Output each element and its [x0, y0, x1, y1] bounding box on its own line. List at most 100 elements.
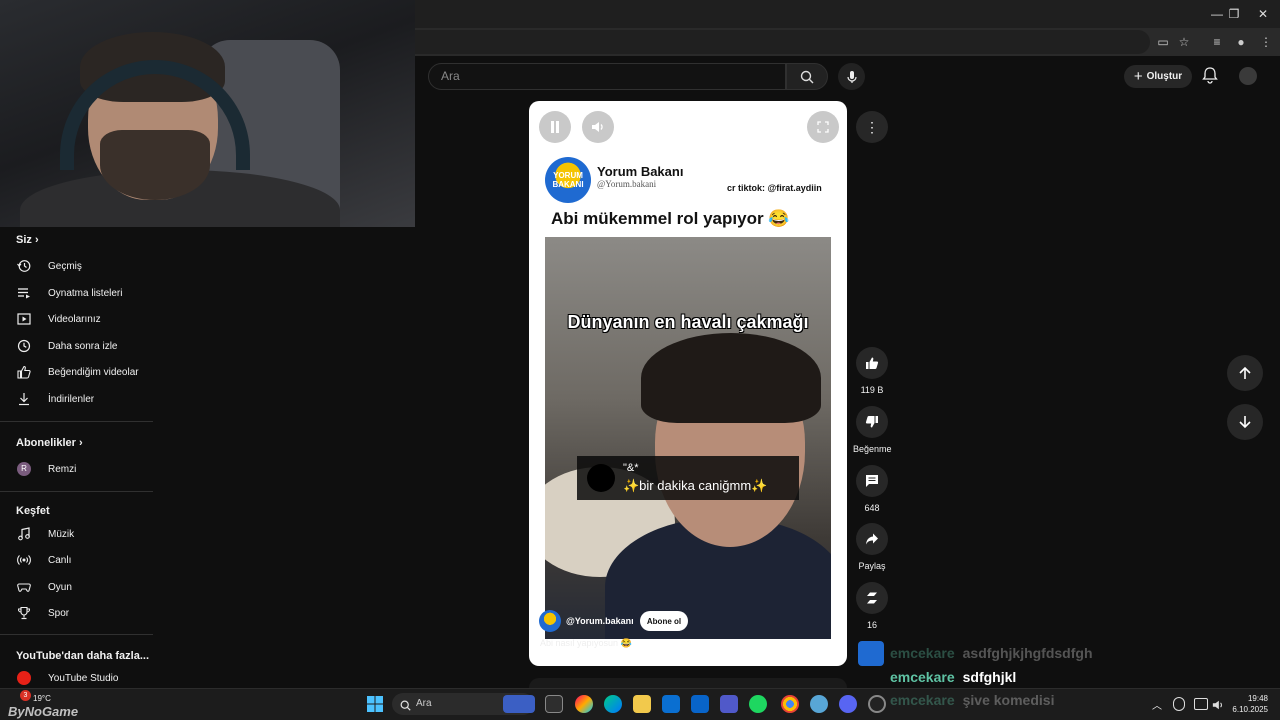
volume-button[interactable] [582, 111, 614, 143]
file-explorer-icon[interactable] [633, 695, 651, 713]
notification-badge: 3 [20, 690, 31, 701]
bell-icon [1202, 67, 1218, 84]
sidebar-item-live[interactable]: Canlı [0, 547, 153, 573]
fullscreen-button[interactable] [807, 111, 839, 143]
overlay-channel-handle[interactable]: @Yorum.bakanı [566, 616, 634, 626]
arrow-up-icon [1239, 366, 1251, 379]
sidebar-item-playlists[interactable]: Oynatma listeleri [0, 280, 153, 306]
speaker-icon[interactable] [1212, 698, 1224, 710]
channel-handle: @Yorum.bakani [597, 179, 657, 189]
video-caption: Dünyanın en havalı çakmağı [567, 312, 809, 332]
comments-action[interactable]: 648 [853, 465, 891, 513]
outlook-icon[interactable] [691, 695, 709, 713]
short-video-frame: Dünyanın en havalı çakmağı [545, 237, 831, 639]
message-text: ✨bir dakika caniğmm✨ [623, 478, 768, 493]
voice-search-button[interactable] [838, 63, 865, 90]
plus-icon: + [1133, 68, 1143, 85]
tray-overflow-icon[interactable]: ︿ [1152, 697, 1162, 712]
account-avatar[interactable] [1239, 67, 1257, 85]
dislike-action[interactable]: Beğenme [853, 406, 892, 454]
chat-text: sdfghjkl [962, 669, 1017, 685]
sidebar-item-gaming[interactable]: Oyun [0, 574, 153, 600]
clock-date[interactable]: 6.10.2025 [1224, 705, 1268, 714]
share-action[interactable]: Paylaş [853, 523, 891, 571]
discord-icon[interactable] [839, 695, 857, 713]
sidebar-item-watch-later[interactable]: Daha sonra izle [0, 333, 153, 359]
fullscreen-icon [817, 121, 829, 133]
pause-button[interactable] [539, 111, 571, 143]
windows-logo-icon [367, 696, 383, 712]
search-icon [800, 70, 814, 83]
settings-app-icon[interactable] [810, 695, 828, 713]
like-action[interactable]: 119 B [853, 347, 891, 395]
sidebar-section-subscriptions[interactable]: Abonelikler › [16, 437, 83, 449]
chat-message: emcekare sdfghjkl [890, 669, 1016, 685]
studio-icon [16, 670, 32, 686]
teams-icon[interactable] [720, 695, 738, 713]
sidebar-item-label: Beğendiğim videolar [48, 366, 139, 378]
close-window-button[interactable]: ✕ [1246, 0, 1280, 28]
address-bar[interactable] [415, 30, 1150, 54]
chrome-icon[interactable] [781, 695, 799, 713]
sidebar-item-label: Geçmiş [48, 260, 82, 272]
dislike-button[interactable] [856, 406, 888, 438]
sidebar-item-history[interactable]: Geçmiş [0, 253, 153, 279]
pause-icon [551, 121, 559, 133]
media-control-icon[interactable]: ≡ [1208, 33, 1226, 51]
like-button[interactable] [856, 347, 888, 379]
subscribe-button[interactable]: Abone ol [640, 611, 688, 631]
sidebar-item-remzi[interactable]: R Remzi [0, 456, 153, 482]
obs-icon[interactable] [868, 695, 886, 713]
sidebar-item-sports[interactable]: Spor [0, 600, 153, 626]
music-icon [16, 526, 32, 542]
bookmark-star-icon[interactable]: ☆ [1175, 33, 1193, 51]
weather-widget[interactable]: 19°C [33, 694, 51, 703]
browser-menu-icon[interactable]: ⋮ [1257, 33, 1275, 51]
sidebar-section-you[interactable]: Siz › [16, 234, 39, 246]
task-view-icon[interactable] [545, 695, 563, 713]
remix-count: 16 [866, 620, 877, 630]
sidebar-item-downloads[interactable]: İndirilenler [0, 386, 153, 412]
sidebar-item-label: Müzik [48, 528, 75, 540]
next-short-button[interactable] [1227, 404, 1263, 440]
chat-message: emcekare şive komedisi [890, 692, 1054, 708]
message-avatar [587, 464, 615, 492]
chat-text: asdfghjkjhgfdsdfgh [962, 645, 1093, 661]
search-button[interactable] [786, 63, 828, 90]
shorts-player[interactable]: YORUM BAKANI Yorum Bakanı @Yorum.bakani … [529, 101, 847, 666]
thumbs-up-icon [16, 364, 32, 380]
your-videos-icon [16, 311, 32, 327]
remix-action[interactable]: 16 [853, 582, 891, 630]
start-button[interactable] [366, 695, 384, 713]
like-count: 119 B [860, 385, 884, 395]
microphone-tray-icon[interactable] [1173, 697, 1185, 711]
sidebar-item-liked-videos[interactable]: Beğendiğim videolar [0, 359, 153, 385]
watch-later-icon [16, 338, 32, 354]
clock-time[interactable]: 19:48 [1234, 694, 1268, 703]
search-highlight-icon[interactable] [503, 695, 535, 713]
sidebar-item-label: YouTube Studio [48, 672, 119, 684]
sidebar-item-music[interactable]: Müzik [0, 521, 153, 547]
sidebar-item-your-videos[interactable]: Videolarınız [0, 306, 153, 332]
live-icon [16, 552, 32, 568]
spotify-icon[interactable] [749, 695, 767, 713]
search-input[interactable]: Ara [428, 63, 786, 90]
remix-button[interactable] [856, 582, 888, 614]
chat-username: emcekare [890, 645, 955, 661]
edge-icon[interactable] [604, 695, 622, 713]
more-options-button[interactable]: ⋮ [856, 111, 888, 143]
overlay-channel-avatar[interactable] [539, 610, 561, 632]
share-button[interactable] [856, 523, 888, 555]
thumbs-up-icon [866, 357, 879, 369]
copilot-icon[interactable] [575, 695, 593, 713]
network-icon[interactable] [1194, 698, 1208, 710]
profile-icon[interactable]: ● [1232, 33, 1250, 51]
cast-icon[interactable]: ▭ [1154, 33, 1172, 51]
comment-icon [866, 475, 878, 487]
channel-logo-text: YORUM BAKANI [552, 171, 584, 189]
store-icon[interactable] [662, 695, 680, 713]
comments-button[interactable] [856, 465, 888, 497]
notifications-button[interactable] [1202, 66, 1220, 86]
create-button[interactable]: + Oluştur [1124, 65, 1192, 88]
previous-short-button[interactable] [1227, 355, 1263, 391]
